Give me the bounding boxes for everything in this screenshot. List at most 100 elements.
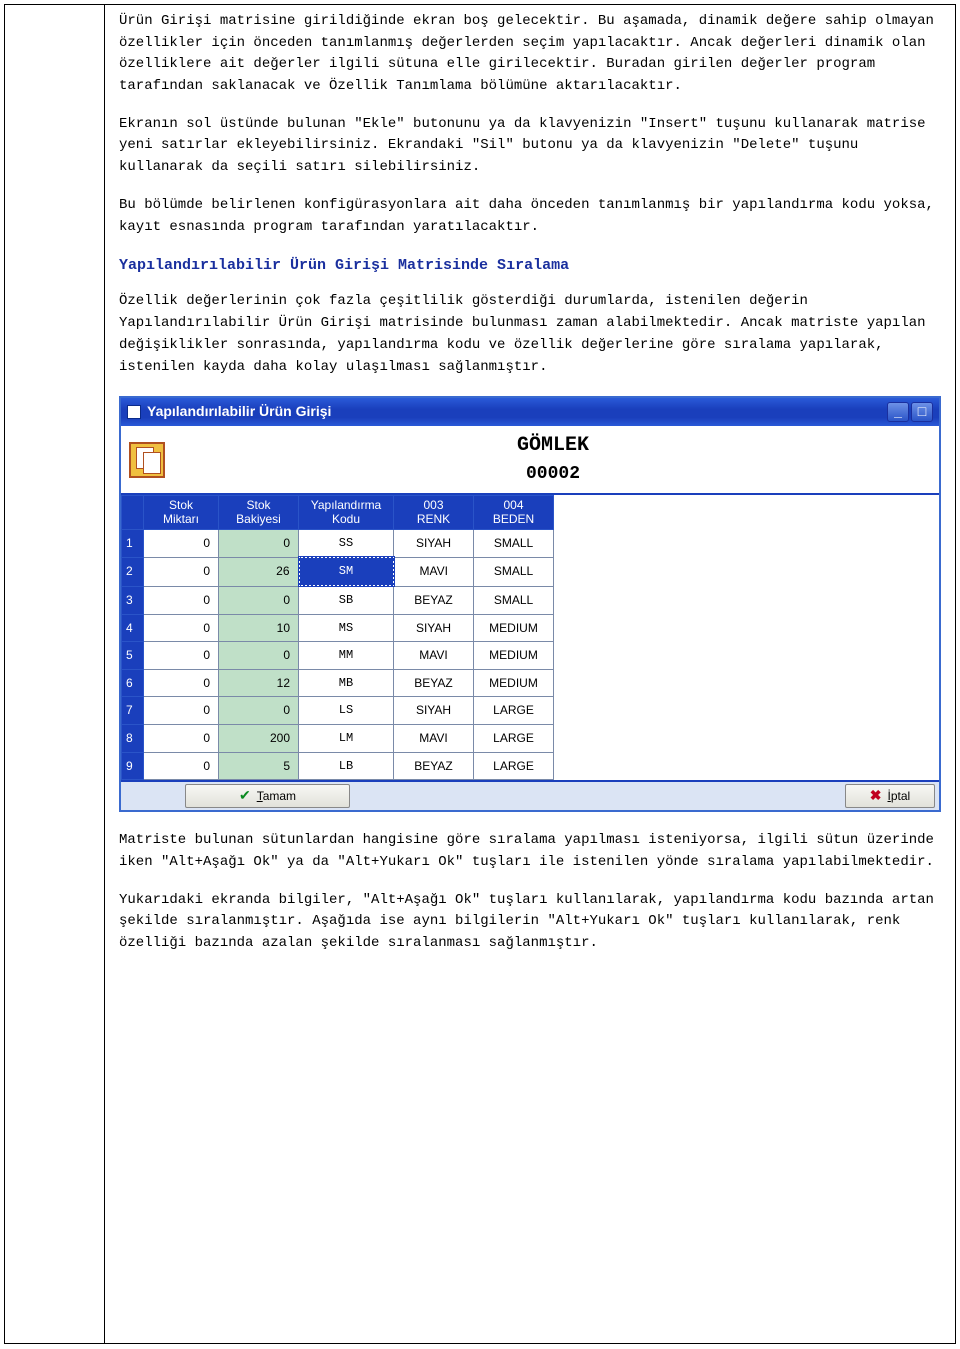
matrix-title-block: GÖMLEK 00002 [175,430,931,489]
col-stok-miktari-l2: Miktarı [163,512,199,526]
miktar-cell[interactable]: 0 [144,725,219,753]
renk-cell[interactable]: SIYAH [394,529,474,557]
col-renk-l1: 003 [423,498,443,512]
minimize-button[interactable]: _ [887,402,909,422]
maximize-button[interactable]: □ [911,402,933,422]
kod-cell-selected[interactable]: SM [299,557,394,586]
renk-cell[interactable]: BEYAZ [394,752,474,780]
col-kod-l2: Kodu [332,512,360,526]
x-icon: ✖ [870,785,882,807]
bakiye-cell[interactable]: 12 [219,669,299,697]
cancel-button[interactable]: ✖ İptal [845,784,935,808]
beden-cell[interactable]: LARGE [474,697,554,725]
cancel-button-label: İptal [888,787,911,806]
paragraph-6: Yukarıdaki ekranda bilgiler, "Alt+Aşağı … [119,890,941,955]
miktar-cell[interactable]: 0 [144,669,219,697]
rownum-cell: 5 [122,642,144,670]
check-icon: ✔ [239,785,251,807]
renk-cell[interactable]: MAVI [394,642,474,670]
miktar-cell[interactable]: 0 [144,642,219,670]
section-heading: Yapılandırılabilir Ürün Girişi Matrisind… [119,254,941,277]
app-icon [127,405,141,419]
col-kod-l1: Yapılandırma [311,498,381,512]
renk-cell[interactable]: MAVI [394,725,474,753]
miktar-cell[interactable]: 0 [144,614,219,642]
renk-cell[interactable]: SIYAH [394,614,474,642]
table-row[interactable]: 8 0 200 LM MAVI LARGE [122,725,554,753]
beden-cell[interactable]: MEDIUM [474,642,554,670]
kod-cell[interactable]: LM [299,725,394,753]
col-stok-miktari[interactable]: Stok Miktarı [144,496,219,530]
kod-cell[interactable]: MM [299,642,394,670]
col-rownum[interactable] [122,496,144,530]
miktar-cell[interactable]: 0 [144,752,219,780]
col-renk[interactable]: 003 RENK [394,496,474,530]
matrix-header: GÖMLEK 00002 [121,426,939,495]
beden-cell[interactable]: LARGE [474,752,554,780]
miktar-cell[interactable]: 0 [144,586,219,614]
col-yapilandirma-kodu[interactable]: Yapılandırma Kodu [299,496,394,530]
table-row[interactable]: 1 0 0 SS SIYAH SMALL [122,529,554,557]
beden-cell[interactable]: MEDIUM [474,669,554,697]
bakiye-cell[interactable]: 0 [219,642,299,670]
rownum-cell: 4 [122,614,144,642]
rownum-cell: 7 [122,697,144,725]
beden-cell[interactable]: LARGE [474,725,554,753]
kod-cell[interactable]: LS [299,697,394,725]
kod-cell[interactable]: SS [299,529,394,557]
table-row[interactable]: 4 0 10 MS SIYAH MEDIUM [122,614,554,642]
kod-cell[interactable]: MS [299,614,394,642]
bakiye-cell[interactable]: 10 [219,614,299,642]
col-beden-l1: 004 [503,498,523,512]
col-stok-miktari-l1: Stok [169,498,193,512]
miktar-cell[interactable]: 0 [144,697,219,725]
kod-cell[interactable]: MB [299,669,394,697]
button-bar: ✔ Tamam ✖ İptal [121,780,939,810]
bakiye-cell[interactable]: 5 [219,752,299,780]
minimize-icon: _ [894,401,902,423]
renk-cell[interactable]: BEYAZ [394,586,474,614]
paragraph-3: Bu bölümde belirlenen konfigürasyonlara … [119,195,941,238]
table-row[interactable]: 7 0 0 LS SIYAH LARGE [122,697,554,725]
page-wrap: Ürün Girişi matrisine girildiğinde ekran… [4,4,956,1344]
kod-cell[interactable]: LB [299,752,394,780]
product-code: 00002 [175,461,931,489]
table-row[interactable]: 5 0 0 MM MAVI MEDIUM [122,642,554,670]
titlebar[interactable]: Yapılandırılabilir Ürün Girişi _ □ [121,398,939,426]
table-row[interactable]: 3 0 0 SB BEYAZ SMALL [122,586,554,614]
bakiye-cell[interactable]: 0 [219,586,299,614]
beden-cell[interactable]: SMALL [474,529,554,557]
rownum-cell: 6 [122,669,144,697]
bakiye-cell[interactable]: 0 [219,529,299,557]
bakiye-cell[interactable]: 26 [219,557,299,586]
table-row[interactable]: 9 0 5 LB BEYAZ LARGE [122,752,554,780]
left-gutter [5,5,105,1343]
table-row[interactable]: 2 0 26 SM MAVI SMALL [122,557,554,586]
col-renk-l2: RENK [417,512,450,526]
paragraph-4: Özellik değerlerinin çok fazla çeşitlili… [119,291,941,378]
col-stok-bakiyesi-l2: Bakiyesi [236,512,281,526]
renk-cell[interactable]: SIYAH [394,697,474,725]
miktar-cell[interactable]: 0 [144,557,219,586]
beden-cell[interactable]: MEDIUM [474,614,554,642]
table-row[interactable]: 6 0 12 MB BEYAZ MEDIUM [122,669,554,697]
kod-cell[interactable]: SB [299,586,394,614]
beden-cell[interactable]: SMALL [474,557,554,586]
renk-cell[interactable]: MAVI [394,557,474,586]
miktar-cell[interactable]: 0 [144,529,219,557]
beden-cell[interactable]: SMALL [474,586,554,614]
ok-button[interactable]: ✔ Tamam [185,784,350,808]
bakiye-cell[interactable]: 200 [219,725,299,753]
data-grid[interactable]: Stok Miktarı Stok Bakiyesi Yapılandırma … [121,495,554,780]
renk-cell[interactable]: BEYAZ [394,669,474,697]
window-title: Yapılandırılabilir Ürün Girişi [147,401,331,423]
col-stok-bakiyesi-l1: Stok [246,498,270,512]
cancel-rest: ptal [891,789,910,803]
col-beden[interactable]: 004 BEDEN [474,496,554,530]
bakiye-cell[interactable]: 0 [219,697,299,725]
app-window: Yapılandırılabilir Ürün Girişi _ □ GÖMLE… [119,396,941,812]
rownum-cell: 3 [122,586,144,614]
product-name: GÖMLEK [175,430,931,461]
matrix-icon[interactable] [129,442,165,478]
col-stok-bakiyesi[interactable]: Stok Bakiyesi [219,496,299,530]
